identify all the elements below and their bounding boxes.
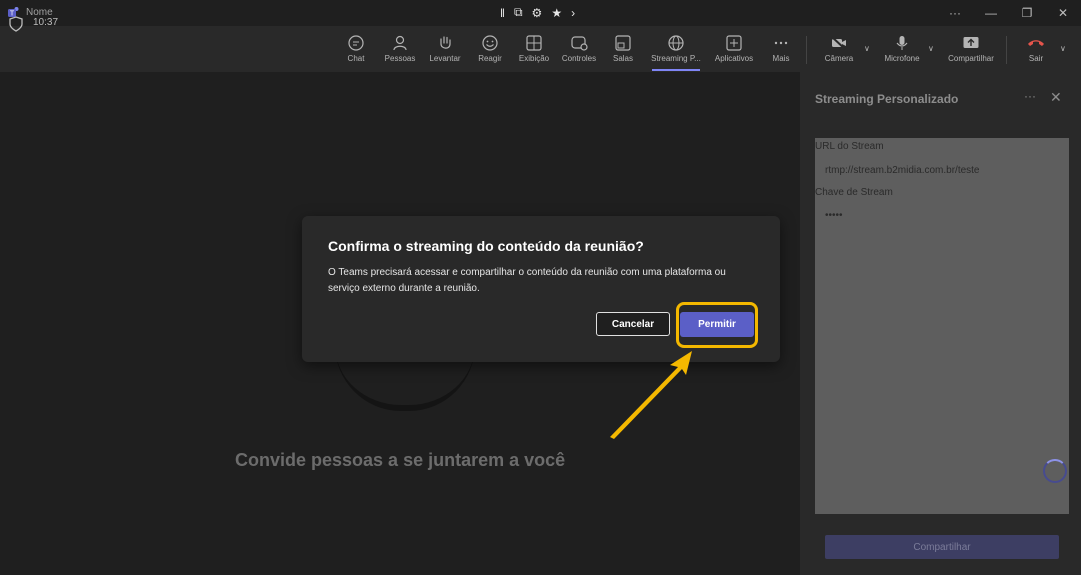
toolbar-divider [806, 36, 807, 64]
toolbar-chat-button[interactable]: Chat [334, 34, 378, 63]
stream-url-label: URL do Stream [815, 141, 884, 152]
toolbar-share-button[interactable]: Compartilhar [944, 34, 998, 63]
toolbar-divider [1006, 36, 1007, 64]
controls-icon [571, 36, 588, 51]
screen-share-icon[interactable]: ⧉ [514, 5, 523, 20]
chevron-right-icon[interactable]: › [571, 6, 575, 20]
plus-square-icon [726, 35, 742, 51]
people-icon [393, 35, 407, 51]
pin-icon[interactable]: ★ [551, 6, 562, 20]
toolbar-label: Aplicativos [714, 54, 754, 63]
toolbar-label: Mais [772, 54, 790, 63]
toolbar-label: Levantar [429, 54, 461, 63]
window-controls: ··· — ❐ ✕ [937, 0, 1081, 26]
close-window-button[interactable]: ✕ [1045, 0, 1081, 26]
toolbar-leave-button[interactable]: Sair [1014, 34, 1058, 63]
more-icon [774, 41, 788, 45]
dialog-title: Confirma o streaming do conteúdo da reun… [328, 238, 644, 254]
toolbar-view-button[interactable]: Exibição [512, 34, 556, 63]
toolbar-react-button[interactable]: Reagir [468, 34, 512, 63]
gear-icon[interactable]: ⚙ [532, 6, 543, 20]
toolbar-label: Controles [561, 54, 597, 63]
shield-icon [9, 16, 23, 32]
stream-form: URL do Stream rtmp://stream.b2midia.com.… [815, 138, 1069, 514]
rooms-icon [615, 35, 631, 51]
invite-message: Convide pessoas a se juntarem a você [235, 450, 566, 470]
toolbar-label: Chat [347, 54, 365, 63]
camera-off-icon [831, 36, 846, 50]
toolbar-label: Reagir [478, 54, 502, 63]
pause-icon[interactable]: ‖ [500, 6, 505, 20]
toolbar-people-button[interactable]: Pessoas [378, 34, 422, 63]
share-tray-icon [963, 37, 979, 48]
toolbar-label: Salas [612, 54, 633, 63]
restore-button[interactable]: ❐ [1009, 0, 1045, 26]
panel-share-button[interactable]: Compartilhar [825, 535, 1059, 559]
mic-options-chevron-icon[interactable]: ∨ [928, 44, 934, 53]
leave-options-chevron-icon[interactable]: ∨ [1060, 44, 1066, 53]
highlight-annotation [676, 302, 758, 348]
more-options-button[interactable]: ··· [937, 0, 973, 26]
toolbar-rooms-button[interactable]: Salas [601, 34, 645, 63]
cancel-button[interactable]: Cancelar [596, 312, 670, 336]
toolbar-mic-button[interactable]: Microfone [880, 34, 924, 63]
toolbar-label: Câmera [824, 54, 854, 63]
minimize-button[interactable]: — [973, 0, 1009, 26]
toolbar-label: Exibição [518, 54, 550, 63]
toolbar-raise-hand-button[interactable]: Levantar [423, 34, 467, 63]
dialog-body: O Teams precisará acessar e compartilhar… [328, 267, 726, 294]
stream-key-label: Chave de Stream [815, 187, 893, 198]
raise-hand-icon [440, 36, 451, 49]
toolbar-label: Compartilhar [948, 54, 994, 63]
toolbar-label: Pessoas [384, 54, 416, 63]
panel-close-icon[interactable]: ✕ [1050, 89, 1062, 106]
chat-icon [348, 35, 364, 51]
camera-options-chevron-icon[interactable]: ∨ [864, 44, 870, 53]
toolbar-controls-button[interactable]: Controles [557, 34, 601, 63]
panel-title: Streaming Personalizado [815, 92, 959, 106]
stream-url-field[interactable]: rtmp://stream.b2midia.com.br/teste [825, 165, 980, 176]
toolbar-apps-button[interactable]: Aplicativos [712, 34, 756, 63]
toolbar-label: Streaming P... [651, 54, 701, 63]
smile-icon [482, 35, 498, 51]
grid-icon [526, 35, 542, 51]
globe-icon [668, 35, 684, 51]
toolbar-label: Sair [1028, 54, 1044, 63]
pointer-arrow-annotation [610, 351, 692, 439]
toolbar-more-button[interactable]: Mais [759, 34, 803, 63]
mic-icon [896, 36, 908, 50]
toolbar-streaming-button[interactable]: Streaming P... [648, 34, 704, 71]
title-center-icons: ‖ ⧉ ⚙ ★ › [500, 5, 575, 20]
toolbar-camera-button[interactable]: Câmera [817, 34, 861, 63]
hangup-icon [1028, 40, 1044, 46]
meeting-timer: 10:37 [33, 17, 59, 28]
toolbar-label: Microfone [884, 54, 920, 63]
stream-key-field[interactable]: ••••• [825, 210, 843, 221]
loading-spinner-icon [1043, 459, 1067, 483]
panel-more-icon[interactable]: ··· [1024, 89, 1036, 103]
